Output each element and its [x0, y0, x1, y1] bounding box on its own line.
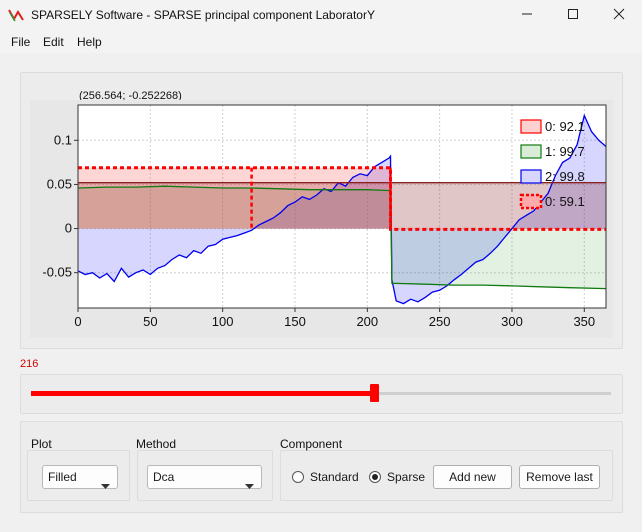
maximize-button[interactable] [550, 0, 596, 31]
y-tick-label: -0.05 [42, 265, 72, 280]
menu-help[interactable]: Help [77, 35, 102, 49]
x-tick-label: 150 [284, 314, 306, 329]
app-logo-icon [8, 8, 24, 25]
legend-swatch-2 [520, 169, 542, 184]
legend-label-2: 2: 99.8 [545, 169, 585, 184]
legend-swatch-3 [519, 193, 543, 210]
menu-edit[interactable]: Edit [43, 35, 64, 49]
slider-value-label: 216 [20, 358, 39, 370]
close-button[interactable] [596, 0, 642, 31]
method-select[interactable]: Dca [147, 465, 262, 489]
x-tick-label: 350 [573, 314, 595, 329]
maximize-icon [567, 8, 579, 23]
radio-sparse-indicator[interactable] [369, 471, 381, 483]
plot-select-value: Filled [48, 470, 77, 484]
chevron-down-icon [245, 475, 254, 497]
minimize-icon [521, 8, 533, 23]
chevron-down-icon [101, 475, 110, 497]
slider-handle[interactable] [369, 384, 379, 402]
radio-standard[interactable]: Standard [292, 470, 359, 484]
legend-swatch-1 [520, 144, 542, 159]
close-icon [613, 8, 625, 23]
x-tick-label: 50 [143, 314, 157, 329]
slider-fill [31, 391, 375, 396]
y-tick-label: 0 [65, 221, 72, 236]
x-tick-label: 200 [356, 314, 378, 329]
add-new-button[interactable]: Add new [433, 465, 512, 489]
radio-sparse-label: Sparse [387, 470, 426, 484]
legend-label-3: 0: 59.1 [545, 194, 585, 209]
legend-label-0: 0: 92.1 [545, 119, 585, 134]
y-tick-label: 0.05 [47, 176, 72, 191]
x-tick-label: 100 [212, 314, 234, 329]
x-tick-label: 250 [429, 314, 451, 329]
plot-select[interactable]: Filled [42, 465, 118, 489]
x-tick-label: 0 [74, 314, 81, 329]
component-label: Component [280, 437, 343, 451]
method-select-value: Dca [153, 470, 175, 484]
window-title: SPARSELY Software - SPARSE principal com… [31, 8, 375, 22]
radio-standard-label: Standard [310, 470, 359, 484]
menu-file[interactable]: File [11, 35, 30, 49]
remove-last-button[interactable]: Remove last [519, 465, 600, 489]
slider-panel [20, 374, 623, 414]
plot-label: Plot [31, 437, 52, 451]
radio-sparse[interactable]: Sparse [369, 470, 425, 484]
minimize-button[interactable] [504, 0, 550, 31]
menu-bar: File Edit Help [0, 31, 642, 53]
pca-chart[interactable]: 0 50 100 150 200 250 300 350 -0.05 0 0.05 0.1 0: 92.… [20, 100, 621, 342]
legend-label-1: 1: 99.7 [545, 144, 585, 159]
legend-swatch-0 [520, 119, 542, 134]
radio-standard-indicator[interactable] [292, 471, 304, 483]
title-bar: SPARSELY Software - SPARSE principal com… [0, 0, 642, 31]
x-tick-label: 300 [501, 314, 523, 329]
method-label: Method [136, 437, 177, 451]
y-tick-label: 0.1 [54, 132, 72, 147]
